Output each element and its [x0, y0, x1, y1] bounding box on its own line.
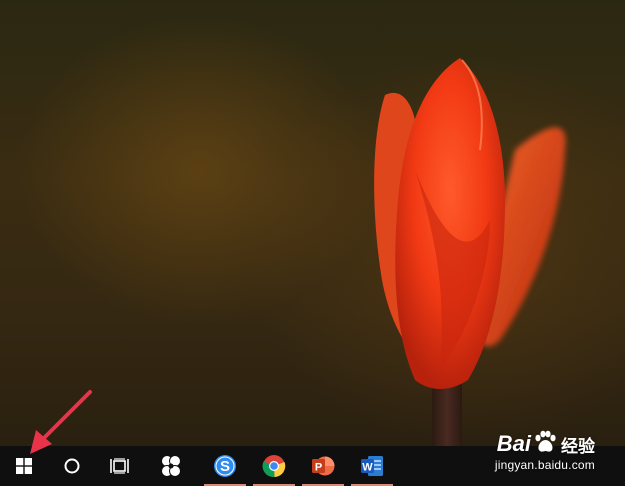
watermark-url: jingyan.baidu.com [494, 458, 595, 472]
paw-icon [532, 429, 558, 460]
annotation-arrow [30, 390, 92, 454]
watermark-brand-right: 经验 [561, 436, 595, 456]
watermark-brand-left: Bai [496, 431, 531, 456]
watermark-brand: Bai 经验 [497, 428, 595, 460]
baidu-jingyan-watermark: Bai 经验 jingyan.baidu.com [465, 428, 595, 480]
